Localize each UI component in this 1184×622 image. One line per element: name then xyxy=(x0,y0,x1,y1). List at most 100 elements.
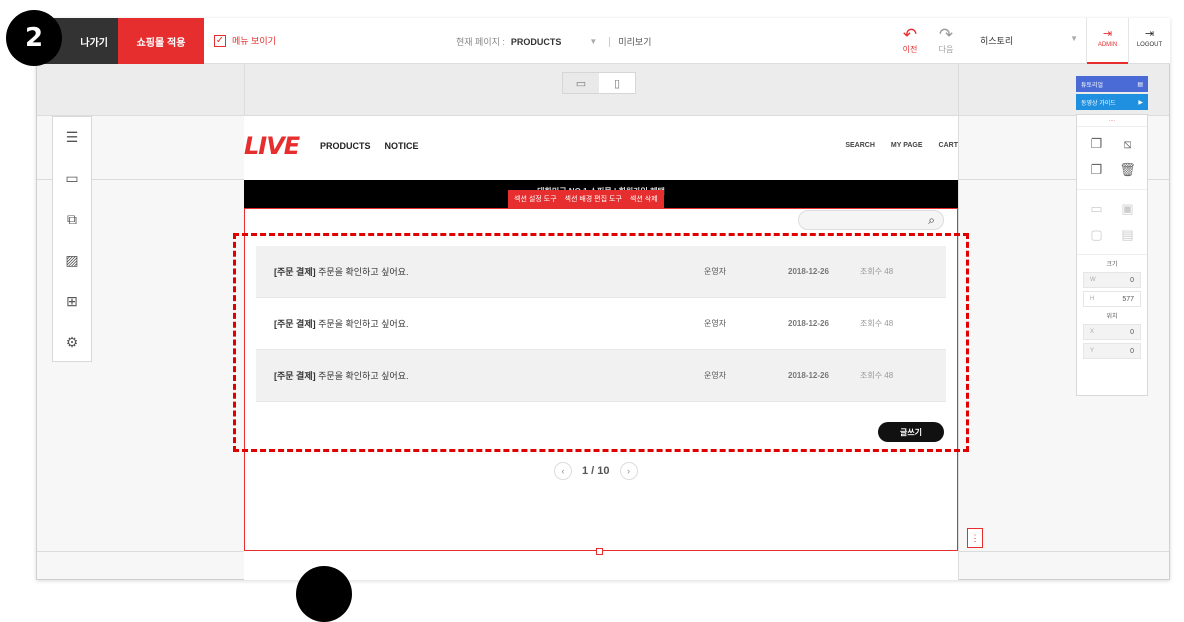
video-guide-button[interactable]: 동영상 가이드 ▶ xyxy=(1076,94,1148,110)
admin-label: ADMIN xyxy=(1097,42,1118,48)
table-row[interactable]: [주문 결제] 주문을 확인하고 싶어요. 운영자 2018-12-26 조회수… xyxy=(256,350,946,402)
next-page-icon[interactable]: › xyxy=(619,462,638,480)
size-label: 크기 xyxy=(1106,262,1118,268)
align-top-icon[interactable]: ▭ xyxy=(1083,198,1110,220)
post-views: 조회수 48 xyxy=(860,267,894,276)
chevron-down-icon[interactable]: ▼ xyxy=(589,37,597,46)
write-post-button[interactable]: 글쓰기 xyxy=(878,422,944,442)
image-icon[interactable]: ▨ xyxy=(53,240,91,281)
board-list: [주문 결제] 주문을 확인하고 싶어요. 운영자 2018-12-26 조회수… xyxy=(256,246,946,402)
search-icon[interactable]: ⌕ xyxy=(928,213,935,228)
history-dropdown[interactable]: 히스토리 ▼ xyxy=(980,34,1078,47)
video-guide-label: 동영상 가이드 xyxy=(1081,100,1116,107)
x-field[interactable]: X 0 xyxy=(1083,324,1141,340)
resize-handle[interactable] xyxy=(596,548,603,555)
current-page-label: 현재 페이지 : xyxy=(456,37,505,47)
post-title[interactable]: [주문 결제] 주문을 확인하고 싶어요. xyxy=(274,265,408,278)
section-delete-button[interactable]: 섹션 삭제 xyxy=(630,194,658,204)
widgets-grid-icon[interactable]: ⊞ xyxy=(53,281,91,322)
nav-search[interactable]: SEARCH xyxy=(845,142,875,149)
show-menu-toggle[interactable]: ✓ 메뉴 보이기 xyxy=(214,34,276,47)
desktop-view-icon[interactable]: ▭ xyxy=(563,73,599,93)
play-icon: ▶ xyxy=(1138,99,1143,106)
page-indicator: 1 / 10 xyxy=(582,465,610,477)
board-search-input[interactable]: ⌕ xyxy=(798,210,944,230)
redo-button[interactable]: ↷ 다음 xyxy=(934,26,958,55)
section-toolbar: 섹션 설정 도구 섹션 배경 편집 도구 섹션 삭제 xyxy=(508,190,664,208)
width-field[interactable]: W 0 xyxy=(1083,272,1141,288)
current-page-value: PRODUCTS xyxy=(510,36,562,47)
settings-gear-icon[interactable]: ⚙ xyxy=(53,322,91,363)
site-nav-right: SEARCH MY PAGE CART xyxy=(845,142,958,149)
active-underline xyxy=(1087,62,1129,64)
cut-icon[interactable]: ⧅ xyxy=(1114,133,1141,155)
menu-lines-icon[interactable]: ☰ xyxy=(53,117,91,158)
step-number-badge: 2 xyxy=(6,10,62,66)
left-toolbar: ☰ ▭ ⧉ ▨ ⊞ ⚙ xyxy=(52,116,92,362)
undo-label: 이전 xyxy=(902,45,918,54)
position-label: 위치 xyxy=(1106,314,1118,320)
preview-button[interactable]: 미리보기 xyxy=(618,35,651,48)
table-row[interactable]: [주문 결제] 주문을 확인하고 싶어요. 운영자 2018-12-26 조회수… xyxy=(256,246,946,298)
post-author: 운영자 xyxy=(704,267,727,276)
post-views: 조회수 48 xyxy=(860,371,894,380)
apply-to-shop-button[interactable]: 쇼핑몰 적용 xyxy=(118,18,204,64)
chevron-down-icon: ▼ xyxy=(1070,34,1078,43)
history-label: 히스토리 xyxy=(980,36,1014,46)
section-icon[interactable]: ▭ xyxy=(53,158,91,199)
editor-topbar: 나가기 쇼핑몰 적용 ✓ 메뉴 보이기 현재 페이지 : PRODUCTS ▼ … xyxy=(36,18,1170,64)
device-switcher: ▭ ▯ xyxy=(562,72,636,94)
tutorial-icon: ▤ xyxy=(1137,81,1143,88)
y-field[interactable]: Y 0 xyxy=(1083,343,1141,359)
align-left-icon[interactable]: ▢ xyxy=(1083,224,1110,246)
redo-icon: ↷ xyxy=(938,25,954,44)
divider xyxy=(609,36,611,47)
post-author: 운영자 xyxy=(704,371,727,380)
post-title[interactable]: [주문 결제] 주문을 확인하고 싶어요. xyxy=(274,369,408,382)
nav-notice[interactable]: NOTICE xyxy=(385,141,419,151)
logout-icon: ⇥ xyxy=(1144,28,1155,40)
post-views: 조회수 48 xyxy=(860,319,894,328)
copy-tools: ❐ ⧅ ❐ 🗑 xyxy=(1077,127,1147,187)
prev-page-icon[interactable]: ‹ xyxy=(554,462,572,480)
align-bottom-icon[interactable]: ▤ xyxy=(1114,224,1141,246)
redo-label: 다음 xyxy=(938,45,954,54)
site-nav-left: PRODUCTS NOTICE xyxy=(320,141,419,151)
post-author: 운영자 xyxy=(704,319,727,328)
undo-button[interactable]: ↶ 이전 xyxy=(898,26,922,55)
admin-enter-icon: ⇥ xyxy=(1102,28,1113,40)
copy-icon[interactable]: ❐ xyxy=(1083,133,1110,155)
divider xyxy=(1077,189,1147,190)
align-center-icon[interactable]: ▣ xyxy=(1114,198,1141,220)
paste-icon[interactable]: ❐ xyxy=(1083,159,1110,181)
post-date: 2018-12-26 xyxy=(788,371,829,380)
tutorial-label: 튜토리얼 xyxy=(1081,82,1104,89)
nav-mypage[interactable]: MY PAGE xyxy=(891,142,923,149)
column-icon[interactable]: ⧉ xyxy=(53,199,91,240)
post-title[interactable]: [주문 결제] 주문을 확인하고 싶어요. xyxy=(274,317,408,330)
admin-button[interactable]: ⇥ ADMIN xyxy=(1086,18,1129,64)
site-header: LIVE PRODUCTS NOTICE SEARCH MY PAGE CART xyxy=(244,132,958,162)
section-more-handle[interactable]: ⋮ xyxy=(967,528,983,548)
site-logo[interactable]: LIVE xyxy=(244,132,300,160)
table-row[interactable]: [주문 결제] 주문을 확인하고 싶어요. 운영자 2018-12-26 조회수… xyxy=(256,298,946,350)
height-field[interactable]: H 577 xyxy=(1083,291,1141,307)
trash-icon[interactable]: 🗑 xyxy=(1114,159,1141,181)
show-menu-label: 메뉴 보이기 xyxy=(232,36,276,46)
panel-drag-handle[interactable]: ···· xyxy=(1077,115,1147,127)
logout-button[interactable]: ⇥ LOGOUT xyxy=(1128,18,1170,64)
section-background-button[interactable]: 섹션 배경 편집 도구 xyxy=(565,194,622,204)
logout-label: LOGOUT xyxy=(1136,42,1163,48)
tutorial-button[interactable]: 튜토리얼 ▤ xyxy=(1076,76,1148,92)
checkbox-checked-icon[interactable]: ✓ xyxy=(214,34,226,47)
nav-cart[interactable]: CART xyxy=(939,142,958,149)
undo-icon: ↶ xyxy=(902,25,918,44)
post-date: 2018-12-26 xyxy=(788,267,829,276)
mobile-view-icon[interactable]: ▯ xyxy=(599,73,635,93)
nav-products[interactable]: PRODUCTS xyxy=(320,141,371,151)
current-page-selector[interactable]: 현재 페이지 : PRODUCTS ▼ 미리보기 xyxy=(456,35,651,48)
guide-line xyxy=(958,64,959,580)
post-date: 2018-12-26 xyxy=(788,319,829,328)
properties-panel: ···· ❐ ⧅ ❐ 🗑 ▭ ▣ ▢ ▤ 크기 W 0 H 577 위치 X 0… xyxy=(1076,114,1148,396)
section-settings-button[interactable]: 섹션 설정 도구 xyxy=(514,194,557,204)
